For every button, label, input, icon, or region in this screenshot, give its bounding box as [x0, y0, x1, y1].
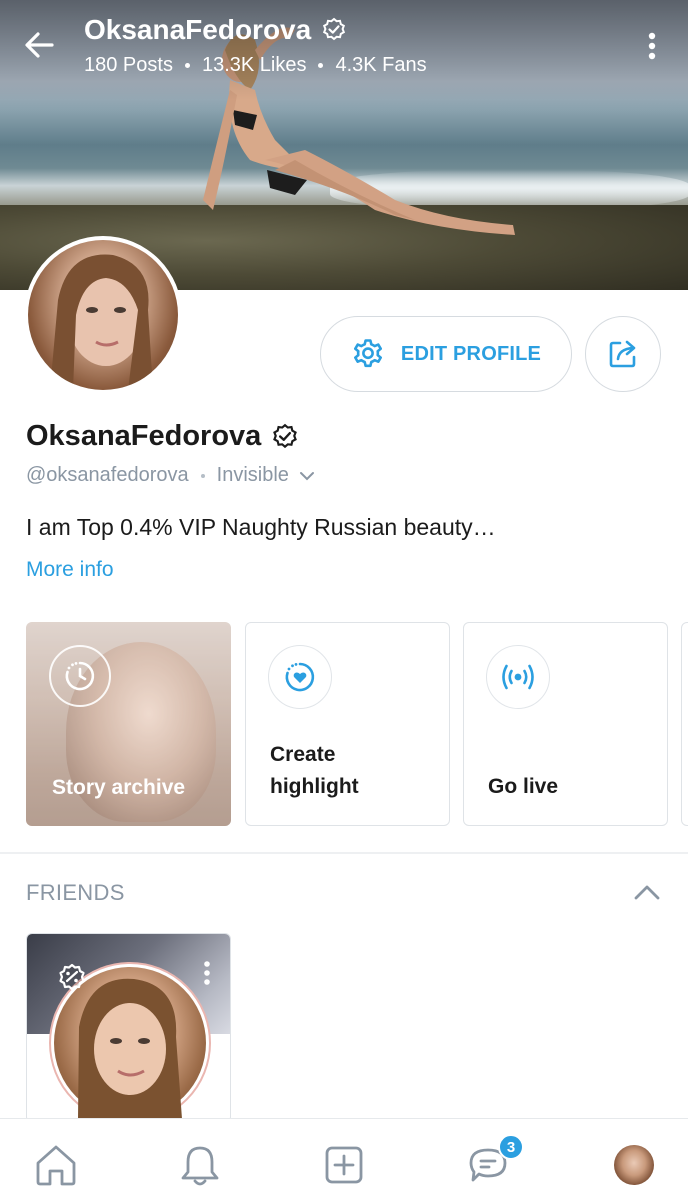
- plus-square-icon: [325, 1146, 363, 1184]
- more-options-button[interactable]: [636, 30, 668, 62]
- verified-icon: [273, 423, 298, 448]
- header-stats: 180 Posts 13.3K Likes 4.3K Fans: [84, 54, 427, 77]
- separator-dot: [318, 63, 324, 68]
- chevron-down-icon: [299, 471, 314, 480]
- section-divider: [0, 852, 688, 854]
- nav-notifications[interactable]: [176, 1141, 224, 1189]
- status-label: Invisible: [216, 464, 289, 486]
- gear-icon: [353, 339, 382, 368]
- separator-dot: [200, 473, 205, 478]
- create-highlight-line1: Create: [270, 743, 336, 766]
- collapse-friends-button[interactable]: [630, 878, 664, 908]
- friend-card[interactable]: [26, 933, 231, 1123]
- clock-icon-wrap: [49, 645, 111, 707]
- header-title: OksanaFedorova: [84, 14, 347, 46]
- arrow-left-icon: [25, 32, 54, 58]
- profile-name-text: OksanaFedorova: [26, 420, 262, 452]
- chevron-up-icon: [634, 885, 660, 900]
- share-icon: [609, 340, 636, 368]
- profile-name: OksanaFedorova: [26, 420, 299, 453]
- promo-icon: [59, 963, 85, 991]
- likes-count: 13.3K Likes: [201, 54, 307, 76]
- create-highlight-label: Create highlight: [270, 739, 359, 803]
- header-name: OksanaFedorova: [84, 14, 312, 45]
- share-profile-button[interactable]: [585, 316, 661, 392]
- heart-icon-wrap: [268, 645, 332, 709]
- avatar-face: [50, 254, 153, 390]
- fans-count[interactable]: 4.3K Fans: [335, 54, 426, 77]
- profile-handle: @oksanafedorova: [26, 464, 189, 486]
- heart-circle-icon: [285, 662, 315, 692]
- nav-new-post[interactable]: [320, 1141, 368, 1189]
- back-button[interactable]: [20, 25, 60, 65]
- friends-section-title: FRIENDS: [26, 880, 125, 905]
- nav-profile-avatar[interactable]: [614, 1145, 654, 1185]
- promo-badge: [55, 962, 89, 996]
- friend-more-button[interactable]: [197, 958, 217, 992]
- create-highlight-card[interactable]: Create highlight: [245, 622, 450, 826]
- broadcast-icon: [502, 664, 534, 690]
- home-icon: [36, 1145, 76, 1186]
- top-bar: OksanaFedorova 180 Posts 13.3K Likes 4.3…: [0, 0, 688, 100]
- story-archive-card[interactable]: Story archive: [26, 622, 231, 826]
- profile-avatar[interactable]: [24, 236, 182, 394]
- separator-dot: [184, 63, 190, 68]
- create-highlight-line2: highlight: [270, 775, 359, 798]
- status-dropdown[interactable]: Invisible: [217, 464, 315, 487]
- more-info-link[interactable]: More info: [26, 558, 114, 582]
- handle-row: @oksanafedorova Invisible: [26, 464, 315, 487]
- kebab-icon: [204, 961, 210, 985]
- profile-bio: I am Top 0.4% VIP Naughty Russian beauty…: [26, 514, 496, 540]
- clock-icon: [65, 661, 95, 691]
- verified-icon: [323, 17, 346, 41]
- go-live-card[interactable]: Go live: [463, 622, 668, 826]
- avatar-image: [28, 240, 178, 390]
- posts-count[interactable]: 180 Posts: [84, 54, 173, 77]
- next-card-peek[interactable]: [681, 622, 688, 826]
- broadcast-icon-wrap: [486, 645, 550, 709]
- go-live-label: Go live: [488, 775, 559, 798]
- edit-profile-label: EDIT PROFILE: [400, 342, 542, 365]
- edit-profile-button[interactable]: EDIT PROFILE: [320, 316, 572, 392]
- story-archive-label: Story archive: [52, 776, 186, 799]
- bell-icon: [181, 1146, 219, 1186]
- kebab-icon: [648, 32, 656, 60]
- messages-badge: 3: [498, 1134, 524, 1160]
- bottom-navigation: [0, 1118, 688, 1200]
- nav-home[interactable]: [32, 1141, 80, 1189]
